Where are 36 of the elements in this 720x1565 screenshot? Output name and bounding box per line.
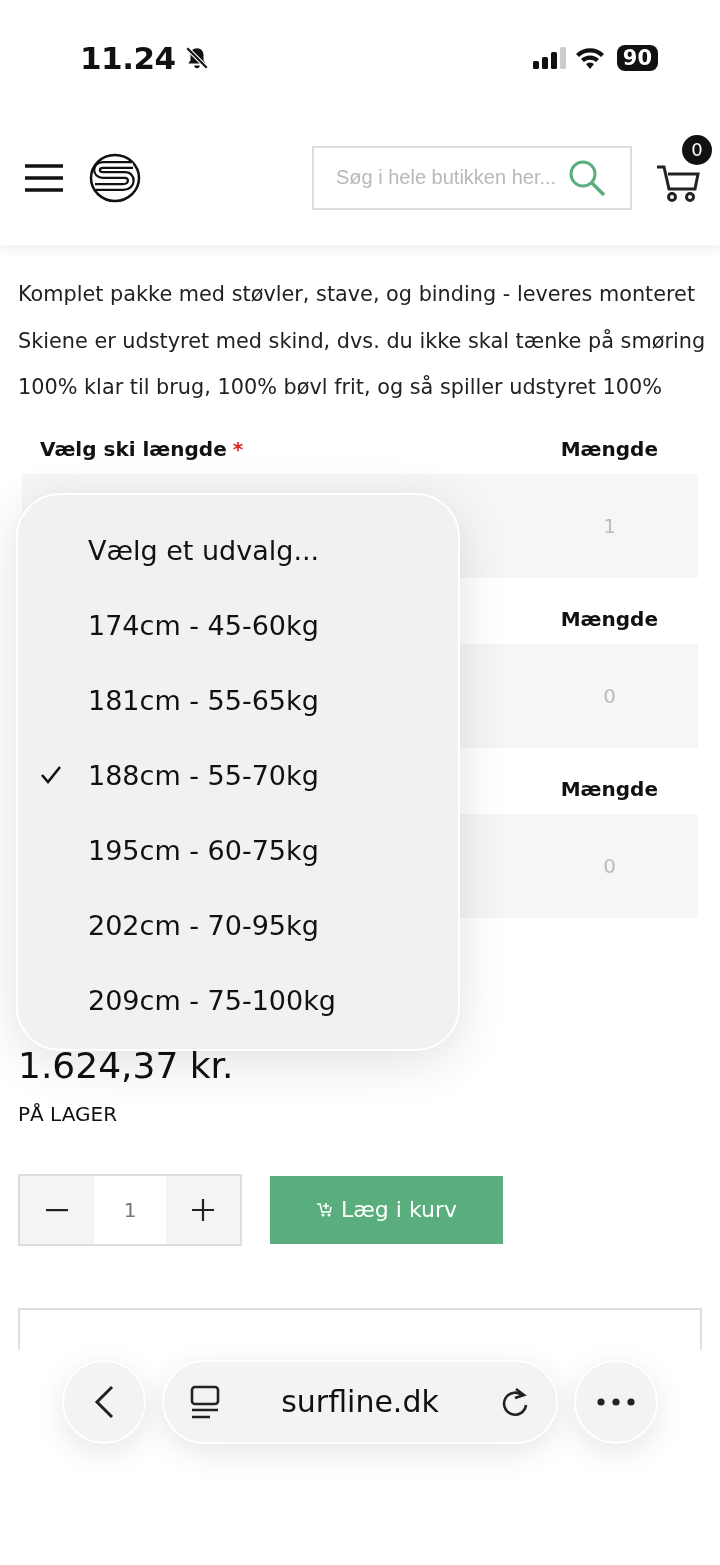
muted-bell-icon <box>183 45 210 71</box>
logo-icon[interactable] <box>87 152 143 203</box>
wifi-icon <box>574 47 605 69</box>
quantity-header: Mængde <box>560 776 658 801</box>
search-input[interactable]: Søg i hele butikken her... <box>334 165 568 190</box>
option-label: Vælg ski længde <box>40 436 227 461</box>
more-icon <box>597 1397 635 1406</box>
dropdown-option[interactable]: Vælg et udvalg... <box>18 512 458 588</box>
search-field[interactable]: Søg i hele butikken her... <box>312 145 632 210</box>
cart-icon <box>316 1201 333 1218</box>
description-text: Skiene er udstyret med skind, dvs. du ikke skal tænke på smøring <box>18 327 707 355</box>
battery-level: 90 <box>616 45 658 71</box>
quantity-header: Mængde <box>560 606 658 631</box>
dropdown-option[interactable]: 209cm - 75-100kg <box>18 962 458 1038</box>
tabs-icon[interactable] <box>190 1384 220 1419</box>
signal-icon <box>532 47 567 69</box>
price: 1.624,37 kr. <box>18 1044 235 1086</box>
dropdown-option[interactable]: 202cm - 70-95kg <box>18 887 458 963</box>
search-icon[interactable] <box>568 158 606 197</box>
cart-count-badge: 0 <box>682 134 712 165</box>
dropdown-option[interactable]: 181cm - 55-65kg <box>18 662 458 738</box>
dropdown-option[interactable]: 174cm - 45-60kg <box>18 587 458 663</box>
url-text[interactable]: surfline.dk <box>230 1384 490 1419</box>
required-mark: * <box>232 436 244 461</box>
back-icon <box>94 1384 114 1419</box>
dropdown-option[interactable]: 195cm - 60-75kg <box>18 812 458 888</box>
menu-icon[interactable] <box>25 163 63 192</box>
description-text: Komplet pakke med støvler, stave, og binding - leveres monteret <box>18 281 697 308</box>
reload-icon[interactable] <box>500 1385 530 1418</box>
stock-status: PÅ LAGER <box>18 1101 119 1126</box>
status-time: 11.24 <box>80 40 176 76</box>
checkmark-icon <box>40 765 62 785</box>
quantity-header: Mængde <box>560 436 658 461</box>
dropdown-option[interactable]: 188cm - 55-70kg <box>18 737 458 813</box>
description-text: 100% klar til brug, 100% bøvl frit, og så spiller udstyret 100% <box>18 374 664 401</box>
address-bar[interactable]: surfline.dk <box>162 1359 558 1444</box>
